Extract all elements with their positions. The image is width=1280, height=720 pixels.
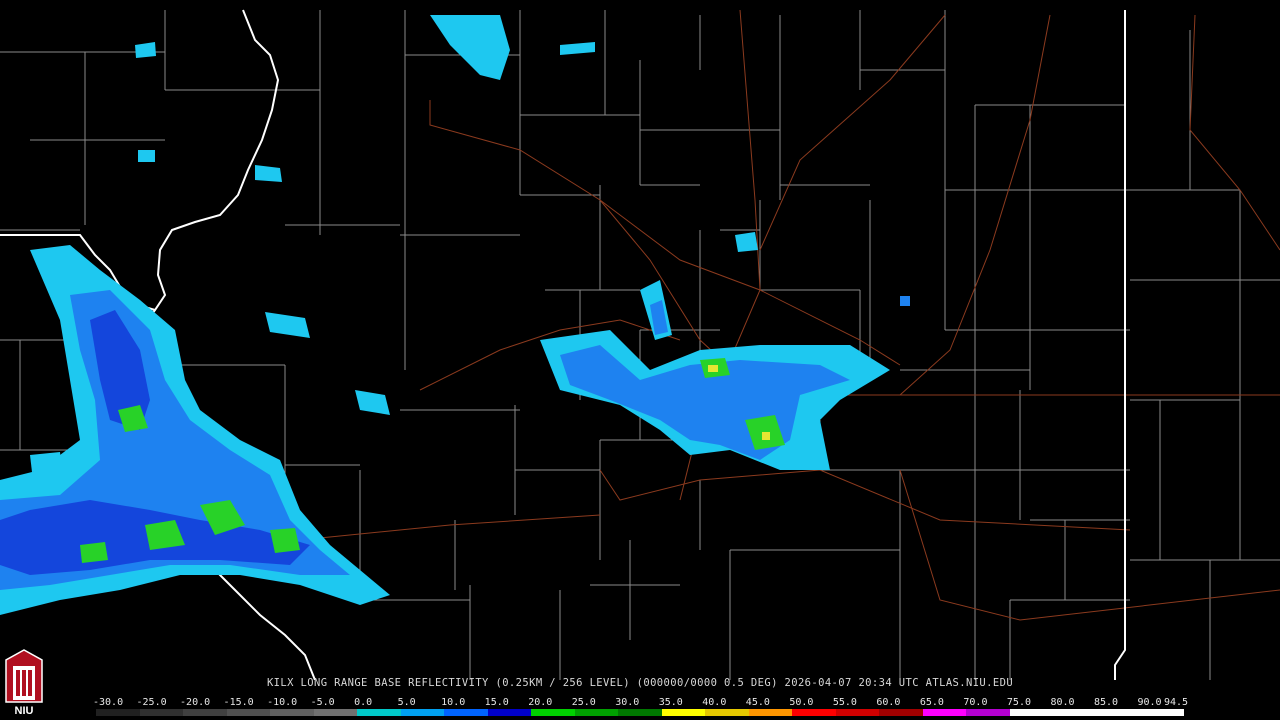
color-bar-segment	[400, 709, 445, 716]
color-bar-segment	[748, 709, 793, 716]
color-bar-segment	[139, 709, 184, 716]
scale-label: 70.0	[963, 697, 988, 708]
color-bar-segment	[879, 709, 923, 716]
scale-label: 60.0	[876, 697, 901, 708]
scale-label: 94.5	[1164, 697, 1189, 708]
color-bar-segment	[487, 709, 532, 716]
reflectivity-scale-labels: -30.0 -25.0 -20.0 -15.0 -10.0 -5.0 0.0 5.0 10.0 1…	[0, 697, 1280, 709]
scale-label: 50.0	[789, 697, 814, 708]
color-bar-segment	[226, 709, 271, 716]
product-caption: KILX LONG RANGE BASE REFLECTIVITY (0.25K…	[266, 677, 1014, 689]
echo-medium	[900, 296, 910, 306]
scale-label: -30.0	[93, 697, 124, 708]
scale-label: 90.0	[1137, 697, 1162, 708]
radar-map[interactable]	[0, 0, 1280, 680]
color-bar-segment	[270, 709, 314, 716]
scale-label: 10.0	[441, 697, 466, 708]
color-bar-segment	[792, 709, 836, 716]
scale-label: -10.0	[267, 697, 298, 708]
color-bar-segment	[357, 709, 401, 716]
color-bar-segment	[574, 709, 619, 716]
color-bar-segment	[966, 709, 1010, 716]
scale-label: 5.0	[397, 697, 416, 708]
color-bar-segment	[922, 709, 967, 716]
color-bar-segment	[618, 709, 662, 716]
color-bar-segment	[705, 709, 749, 716]
color-bar-segment	[1053, 709, 1097, 716]
color-bar-segment	[313, 709, 358, 716]
scale-label: 25.0	[571, 697, 596, 708]
color-bar-segment	[835, 709, 880, 716]
scale-label: 40.0	[702, 697, 727, 708]
scale-label: 20.0	[528, 697, 553, 708]
color-bar-segment	[531, 709, 575, 716]
scale-label: 0.0	[354, 697, 373, 708]
scale-label: 55.0	[832, 697, 857, 708]
scale-label: -15.0	[223, 697, 254, 708]
color-bar-segment	[1140, 709, 1184, 716]
radar-display: NIU KILX LONG RANGE BASE REFLECTIVITY (0…	[0, 0, 1280, 720]
color-bar-segment	[1009, 709, 1054, 716]
scale-label: 85.0	[1093, 697, 1119, 708]
scale-label: -5.0	[310, 697, 335, 708]
scale-label: 30.0	[615, 697, 640, 708]
scale-label: 65.0	[919, 697, 944, 708]
scale-label: 45.0	[745, 697, 770, 708]
color-bar-segment	[444, 709, 488, 716]
reflectivity-color-bar	[96, 709, 1184, 716]
color-bar-segment	[1096, 709, 1141, 716]
scale-label: -20.0	[180, 697, 211, 708]
echo-strong	[270, 528, 300, 553]
scale-label: 80.0	[1050, 697, 1075, 708]
scale-label: 15.0	[484, 697, 509, 708]
color-bar-segment	[661, 709, 706, 716]
color-bar-segment	[96, 709, 140, 716]
scale-label: 75.0	[1006, 697, 1031, 708]
echo-yellow	[762, 432, 770, 440]
color-bar-segment	[183, 709, 227, 716]
echo-light	[735, 232, 758, 252]
scale-label: -25.0	[136, 697, 167, 708]
echo-light	[138, 150, 155, 162]
echo-strong	[80, 542, 108, 563]
scale-label: 35.0	[658, 697, 683, 708]
echo-light	[30, 452, 62, 472]
echo-yellow	[708, 365, 718, 372]
